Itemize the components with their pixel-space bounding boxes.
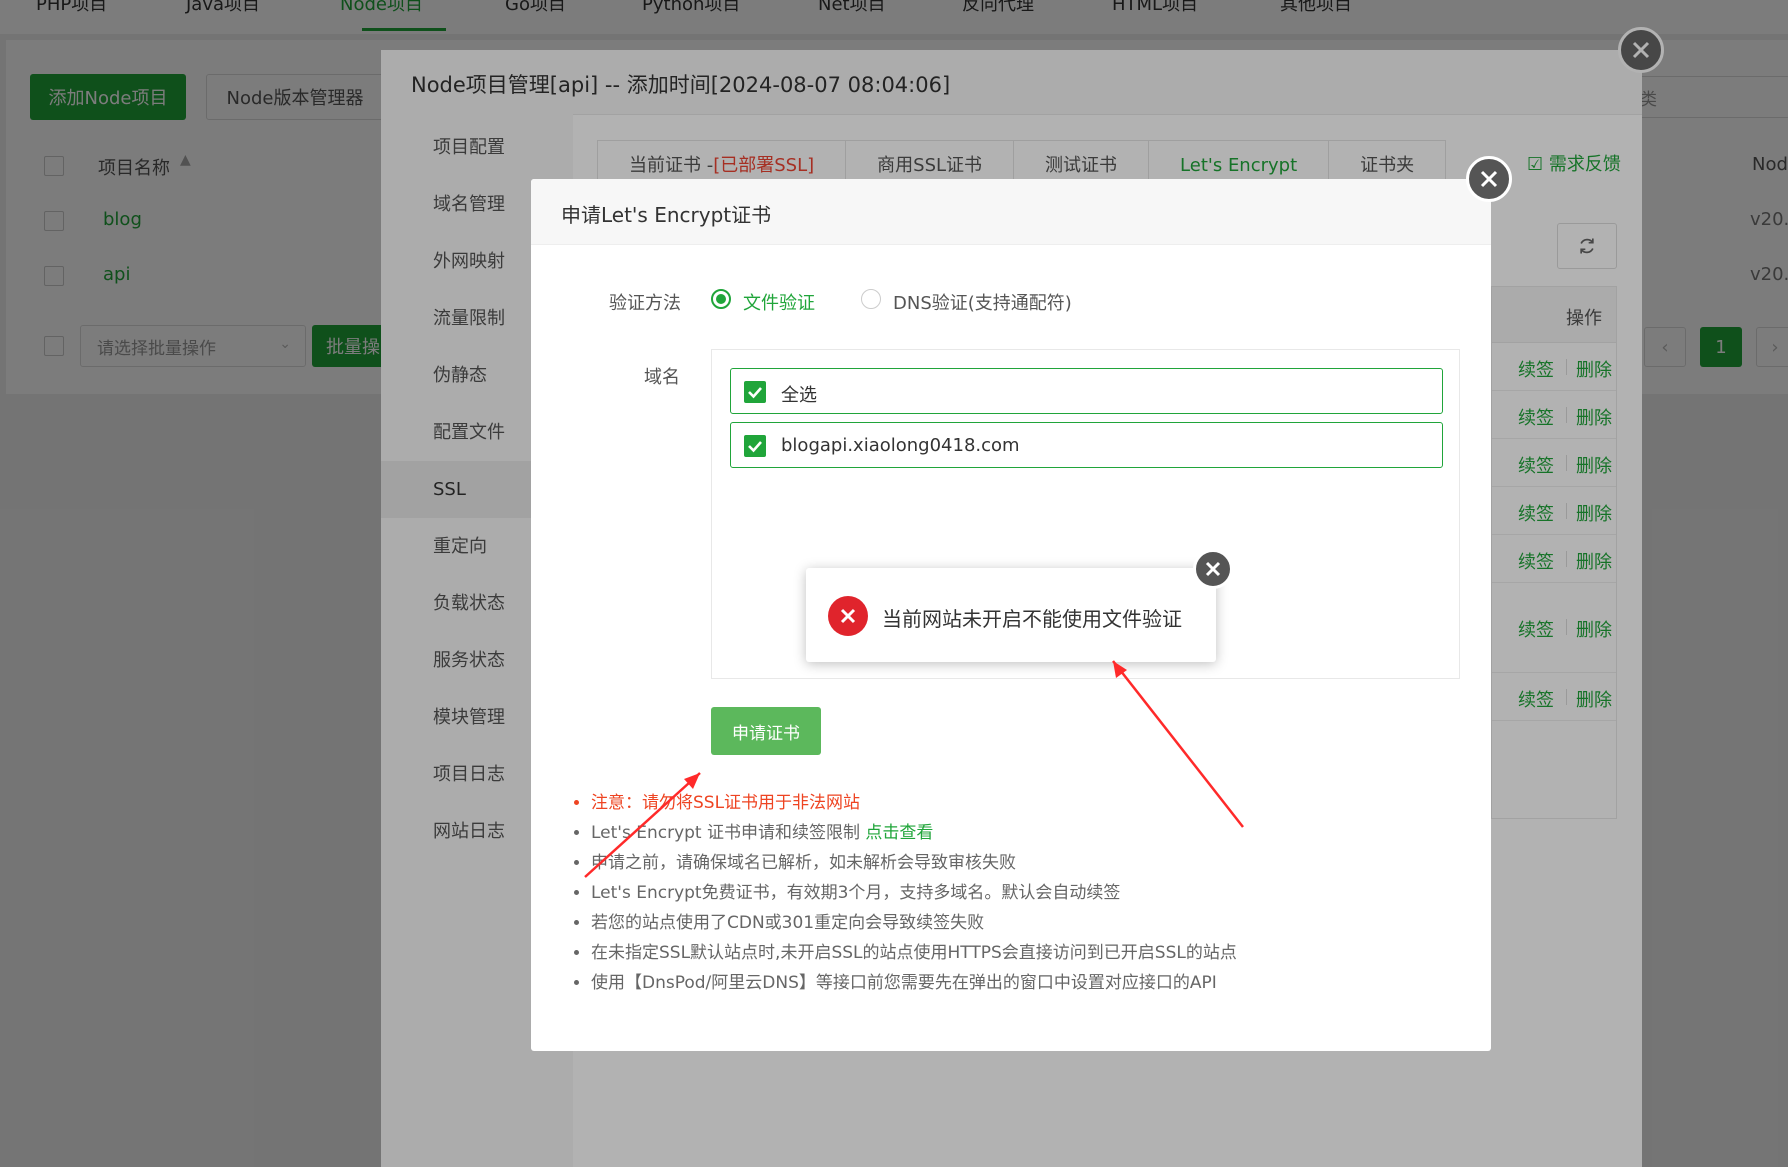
select-all-label: 全选 <box>781 385 817 406</box>
domain-name: blogapi.xiaolong0418.com <box>781 435 1020 456</box>
verify-method-label: 验证方法 <box>609 293 681 314</box>
toast-close-button[interactable] <box>1193 549 1233 589</box>
error-toast: 当前网站未开启不能使用文件验证 <box>806 568 1216 662</box>
note-limit-text: Let's Encrypt 证书申请和续签限制 <box>591 823 866 843</box>
select-all-row[interactable]: 全选 <box>730 368 1443 414</box>
error-x-mark <box>840 608 856 624</box>
notes-list: 注意：请勿将SSL证书用于非法网站 Let's Encrypt 证书申请和续签限… <box>571 788 1237 998</box>
error-message: 当前网站未开启不能使用文件验证 <box>882 607 1182 631</box>
note-dns-resolve: 申请之前，请确保域名已解析，如未解析会导致审核失败 <box>591 848 1237 878</box>
radio-file-verify[interactable] <box>711 289 731 309</box>
apply-cert-button[interactable]: 申请证书 <box>711 707 821 755</box>
view-limit-link[interactable]: 点击查看 <box>865 823 933 843</box>
select-all-checkbox-checked[interactable] <box>744 381 766 403</box>
dialog-title: 申请Let's Encrypt证书 <box>561 203 772 227</box>
note-limit: Let's Encrypt 证书申请和续签限制 点击查看 <box>591 818 1237 848</box>
note-warning: 注意：请勿将SSL证书用于非法网站 <box>591 788 1237 818</box>
domain-label: 域名 <box>644 367 680 388</box>
domain-checkbox-checked[interactable] <box>744 435 766 457</box>
note-default-site: 在未指定SSL默认站点时,未开启SSL的站点使用HTTPS会直接访问到已开启SS… <box>591 938 1237 968</box>
check-icon <box>748 441 762 453</box>
dialog-header: 申请Let's Encrypt证书 <box>531 179 1491 245</box>
radio-file-verify-label[interactable]: 文件验证 <box>743 289 815 315</box>
radio-dns-verify-label[interactable]: DNS验证(支持通配符) <box>893 289 1072 315</box>
check-icon <box>748 387 762 399</box>
error-icon <box>828 596 868 636</box>
close-icon <box>1480 170 1498 188</box>
dialog-close-button[interactable] <box>1466 156 1512 202</box>
note-cdn: 若您的站点使用了CDN或301重定向会导致续签失败 <box>591 908 1237 938</box>
radio-dns-verify[interactable] <box>861 289 881 309</box>
close-icon <box>1205 561 1221 577</box>
note-api: 使用【DnsPod/阿里云DNS】等接口前您需要先在弹出的窗口中设置对应接口的A… <box>591 968 1237 998</box>
note-free-cert: Let's Encrypt免费证书，有效期3个月，支持多域名。默认会自动续签 <box>591 878 1237 908</box>
domain-row[interactable]: blogapi.xiaolong0418.com <box>730 422 1443 468</box>
